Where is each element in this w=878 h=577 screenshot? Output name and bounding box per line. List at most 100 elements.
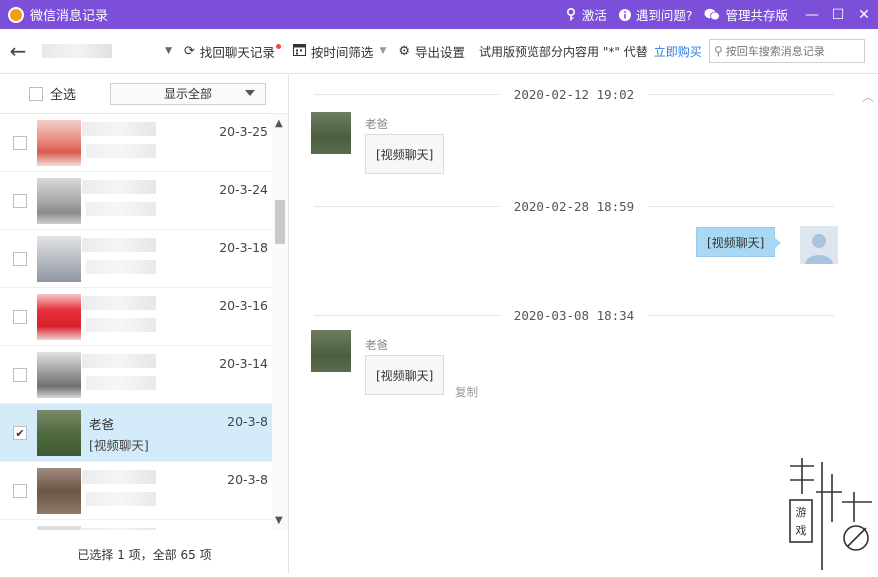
chevron-down-icon: ▼	[165, 46, 172, 56]
filter-time-label: 按时间筛选	[310, 44, 374, 60]
row-checkbox[interactable]	[13, 310, 27, 324]
sender-name: 老爸	[365, 338, 388, 352]
help-label: 遇到问题?	[635, 8, 693, 23]
avatar-blurred	[37, 178, 81, 224]
contact-row[interactable]: 20-3-8	[0, 462, 272, 520]
time-separator: 2020-02-12 19:02	[314, 84, 835, 104]
svg-text:游: 游	[796, 506, 807, 519]
preview-blurred	[86, 492, 156, 506]
name-blurred	[82, 354, 156, 368]
name-blurred	[82, 470, 156, 484]
row-date: 20-3-8	[227, 472, 268, 487]
search-icon: ⚲	[714, 44, 723, 58]
row-checkbox[interactable]	[13, 368, 27, 382]
contact-select[interactable]: ▼	[42, 39, 172, 63]
chevron-up-icon[interactable]: ︿	[862, 88, 874, 105]
row-date: 20-3-18	[219, 240, 268, 255]
row-checkbox-checked[interactable]: ✔	[13, 426, 27, 440]
avatar-blurred	[37, 294, 81, 340]
contact-list: 20-3-25 20-3-24 20-3-18 20-3-16 20-3-14 …	[0, 114, 272, 530]
row-date: 20-3-25	[219, 124, 268, 139]
buy-link[interactable]: 立即购买	[654, 43, 702, 60]
row-date: 20-3-24	[219, 182, 268, 197]
message-bubble[interactable]: [视频聊天]	[365, 355, 445, 395]
preview-blurred	[86, 260, 156, 274]
time-separator: 2020-03-08 18:34	[314, 305, 835, 325]
manage-label: 管理共存版	[725, 8, 788, 23]
name-blurred	[82, 122, 156, 136]
maximize-button[interactable]: ☐	[826, 7, 850, 23]
show-all-dropdown[interactable]: 显示全部	[110, 82, 267, 105]
scroll-down-icon[interactable]: ▼	[275, 515, 283, 526]
toolbar: ← ▼ ⟳ 找回聊天记录 按时间筛选 ▼ ⚙ 导出设置 试用版预览部分内容用 "…	[0, 29, 878, 74]
contact-list-scrollbar[interactable]: ▲ ▼	[272, 114, 288, 530]
activate-label: 激活	[581, 8, 607, 23]
contact-row[interactable]: 20-3-14	[0, 346, 272, 404]
row-checkbox[interactable]	[13, 252, 27, 266]
preview-blurred	[86, 144, 156, 158]
contact-row[interactable]: 20-3-18	[0, 230, 272, 288]
recover-button[interactable]: ⟳ 找回聊天记录	[184, 42, 281, 61]
close-button[interactable]: ✕	[852, 7, 876, 23]
select-all-checkbox[interactable]: 全选	[22, 84, 76, 103]
scroll-up-icon[interactable]: ▲	[275, 118, 283, 129]
row-date: 20-3-16	[219, 298, 268, 313]
search-box[interactable]: ⚲	[709, 39, 865, 63]
watermark-logo: 游 戏	[782, 452, 878, 574]
contact-name: 老爸	[89, 417, 115, 432]
name-blurred	[82, 238, 156, 252]
message-preview: [视频聊天]	[89, 438, 149, 453]
filter-time-button[interactable]: 按时间筛选 ▼	[292, 42, 387, 61]
select-all-label: 全选	[50, 88, 77, 103]
row-checkbox[interactable]	[13, 136, 27, 150]
refresh-icon: ⟳	[184, 43, 195, 59]
minimize-button[interactable]: —	[800, 7, 824, 23]
notification-dot	[275, 43, 281, 49]
row-checkbox[interactable]	[13, 484, 27, 498]
timestamp: 2020-02-28 18:59	[513, 198, 635, 214]
manage-button[interactable]: 管理共存版	[704, 5, 788, 24]
row-date: 20-3-14	[219, 356, 268, 371]
message-bubble[interactable]: [视频聊天]	[365, 134, 445, 174]
activate-button[interactable]: 激活	[565, 5, 607, 24]
timestamp: 2020-03-08 18:34	[513, 307, 635, 323]
contact-row-selected[interactable]: ✔ 老爸 [视频聊天] 20-3-8	[0, 404, 272, 462]
preview-blurred	[86, 202, 156, 216]
contact-row[interactable]: 20-3-16	[0, 288, 272, 346]
checkbox[interactable]	[29, 86, 43, 101]
preview-blurred	[86, 318, 156, 332]
name-blurred	[82, 180, 156, 194]
trial-note: 试用版预览部分内容用 "*" 代替	[479, 44, 648, 59]
copy-link[interactable]: 复制	[455, 384, 478, 400]
contact-row[interactable]: 20-3-24	[0, 172, 272, 230]
row-checkbox[interactable]	[13, 194, 27, 208]
contact-panel-header: 全选 显示全部	[0, 74, 288, 114]
key-icon	[565, 8, 577, 21]
preview-blurred	[86, 376, 156, 390]
message-bubble-self[interactable]: [视频聊天]	[696, 227, 782, 257]
info-icon	[618, 8, 631, 21]
help-button[interactable]: 遇到问题?	[618, 5, 693, 24]
dropdown-caret-icon	[245, 89, 256, 96]
recover-label: 找回聊天记录	[199, 44, 275, 60]
timestamp: 2020-02-12 19:02	[513, 86, 635, 102]
contact-row[interactable]: 20-3-7	[0, 520, 272, 530]
row-date: 20-3-8	[227, 414, 268, 429]
contact-panel: 全选 显示全部 20-3-25 20-3-24 20-3-18 20-3-16 …	[0, 74, 289, 574]
search-input[interactable]	[725, 44, 846, 58]
export-settings-button[interactable]: ⚙ 导出设置	[398, 42, 465, 61]
avatar-blurred	[37, 352, 81, 398]
avatar-blurred	[37, 410, 81, 456]
title-bar: 微信消息记录 激活 遇到问题? 管理共存版 — ☐ ✕	[0, 0, 878, 29]
name-blurred	[82, 528, 156, 530]
calendar-icon	[292, 43, 306, 60]
contact-row[interactable]: 20-3-25	[0, 114, 272, 172]
avatar-blurred	[37, 526, 81, 530]
back-arrow-icon[interactable]: ←	[0, 39, 36, 63]
name-blurred	[82, 296, 156, 310]
scroll-thumb[interactable]	[275, 200, 285, 244]
chevron-down-icon: ▼	[379, 46, 387, 56]
app-title: 微信消息记录	[30, 9, 109, 24]
wechat-icon	[704, 8, 721, 21]
gear-icon: ⚙	[398, 43, 411, 59]
